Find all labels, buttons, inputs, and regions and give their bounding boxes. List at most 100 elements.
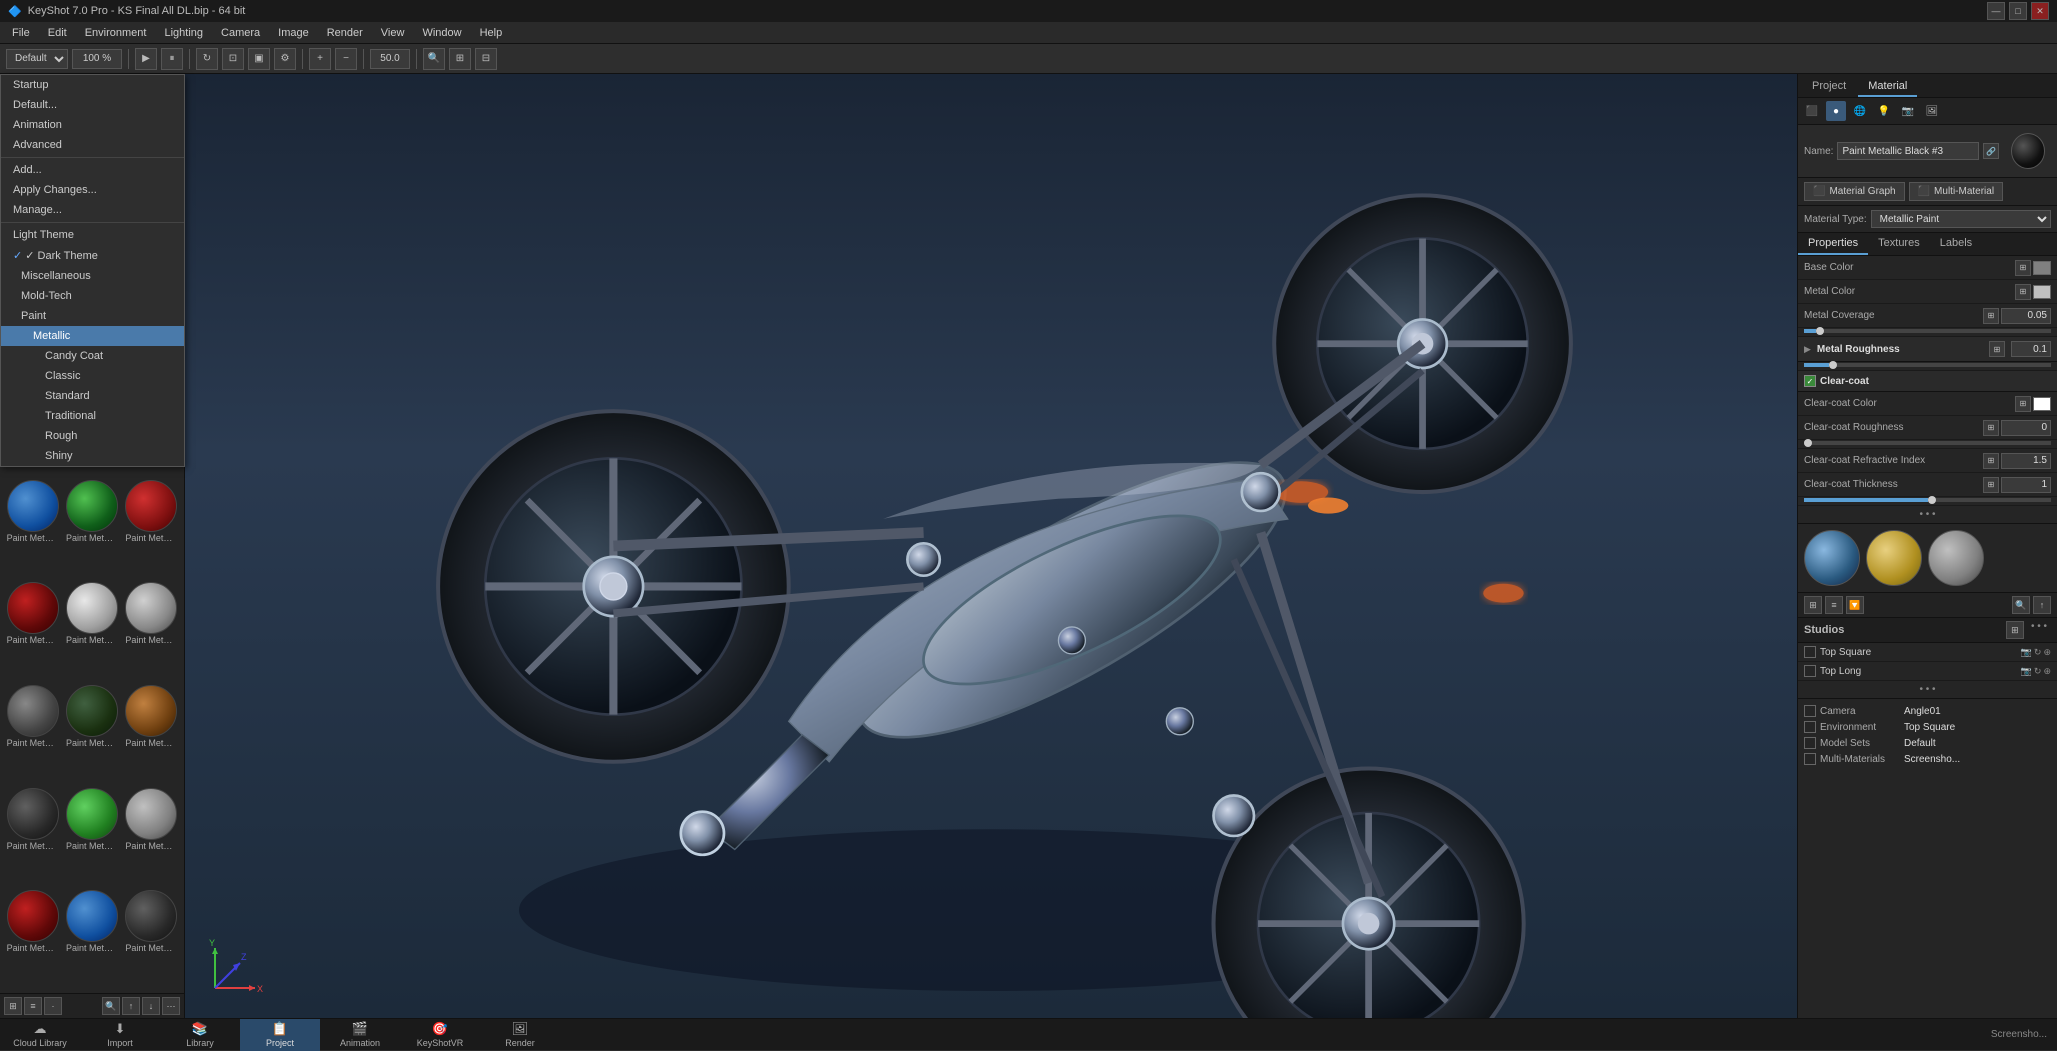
mat-item-3[interactable]: Paint Metal... [4, 478, 61, 579]
clearcoat-color-link[interactable]: ⊞ [2015, 396, 2031, 412]
preset-select[interactable]: Default [6, 49, 68, 69]
library-btn[interactable]: 📚 Library [160, 1019, 240, 1051]
menu-window[interactable]: Window [414, 25, 469, 41]
render-val-input[interactable] [370, 49, 410, 69]
material-name-input[interactable] [1837, 142, 1979, 160]
dropdown-item-8[interactable]: ✓ Dark Theme [1, 245, 184, 266]
studio-2-cam[interactable]: 📷 [2021, 666, 2032, 677]
studio-2-check[interactable] [1804, 665, 1816, 677]
menu-environment[interactable]: Environment [77, 25, 155, 41]
studios-more-options[interactable]: • • • [1915, 684, 1939, 695]
metal-roughness-value[interactable] [2011, 341, 2051, 357]
multi-material-btn[interactable]: ⬛ Multi-Material [1909, 182, 2003, 201]
preview-search-btn[interactable]: 🔍 [2012, 596, 2030, 614]
metal-roughness-link[interactable]: ⊞ [1989, 341, 2005, 357]
list-view-btn[interactable]: ≡ [24, 997, 42, 1015]
more-btn[interactable]: ⋯ [162, 997, 180, 1015]
menu-render[interactable]: Render [319, 25, 371, 41]
metal-roughness-toggle[interactable]: ▶ Metal Roughness ⊞ [1798, 337, 2057, 362]
zoom-input[interactable] [72, 49, 122, 69]
clearcoat-checkbox[interactable]: ✓ [1804, 375, 1816, 387]
material-graph-btn[interactable]: ⬛ Material Graph [1804, 182, 1905, 201]
mat-item-6[interactable]: Paint Metal... [4, 580, 61, 681]
mat-item-11[interactable]: Paint Metal... [123, 683, 180, 784]
clearcoat-thick-slider[interactable] [1804, 498, 2051, 502]
clearcoat-section[interactable]: ✓ Clear-coat [1798, 371, 2057, 392]
subtab-textures[interactable]: Textures [1868, 233, 1930, 255]
preview-sphere-3[interactable] [1928, 530, 1984, 586]
studios-expand-btn[interactable]: ⊞ [2006, 621, 2024, 639]
menu-camera[interactable]: Camera [213, 25, 268, 41]
camera-panel-icon[interactable]: 📷 [1898, 101, 1918, 121]
lighting-panel-icon[interactable]: 💡 [1874, 101, 1894, 121]
cloud-library-btn[interactable]: ☁ Cloud Library [0, 1019, 80, 1051]
model-panel-icon[interactable]: ⬛ [1802, 101, 1822, 121]
dropdown-item-16[interactable]: Traditional [1, 406, 184, 426]
studio-2-refresh[interactable]: ↻ [2034, 666, 2042, 677]
dropdown-item-14[interactable]: Classic [1, 366, 184, 386]
clearcoat-ri-value[interactable] [2001, 453, 2051, 469]
tb-btn-2[interactable]: ⊞ [449, 48, 471, 70]
preview-list-btn[interactable]: ≡ [1825, 596, 1843, 614]
studio-1-add[interactable]: ⊕ [2043, 647, 2051, 658]
metal-coverage-link[interactable]: ⊞ [1983, 308, 1999, 324]
mat-item-15[interactable]: Paint Metal... [4, 888, 61, 989]
tab-project[interactable]: Project [1802, 77, 1856, 97]
clearcoat-thick-link[interactable]: ⊞ [1983, 477, 1999, 493]
import-btn[interactable]: ⬇ Import [80, 1019, 160, 1051]
environment-check[interactable] [1804, 721, 1816, 733]
studios-more[interactable]: • • • [2027, 621, 2051, 639]
material-panel-icon[interactable]: ● [1826, 101, 1846, 121]
keyshotvr-btn[interactable]: 🎯 KeyShotVR [400, 1019, 480, 1051]
clearcoat-color-swatch[interactable] [2033, 397, 2051, 411]
mat-item-14[interactable]: Paint Metal... [123, 786, 180, 887]
tab-material[interactable]: Material [1858, 77, 1917, 97]
up-btn[interactable]: ↑ [122, 997, 140, 1015]
pause-btn[interactable]: ⏸ [161, 48, 183, 70]
project-btn[interactable]: 📋 Project [240, 1019, 320, 1051]
metal-color-link[interactable]: ⊞ [2015, 284, 2031, 300]
mat-item-4[interactable]: Paint Metal... [63, 478, 120, 579]
subtab-properties[interactable]: Properties [1798, 233, 1868, 255]
mat-item-10[interactable]: Paint Metal... [63, 683, 120, 784]
menu-help[interactable]: Help [472, 25, 511, 41]
dropdown-item-10[interactable]: Mold-Tech [1, 286, 184, 306]
studio-2-add[interactable]: ⊕ [2043, 666, 2051, 677]
clearcoat-thick-value[interactable] [2001, 477, 2051, 493]
dropdown-item-13[interactable]: Candy Coat [1, 346, 184, 366]
mat-item-7[interactable]: Paint Metal... [63, 580, 120, 681]
link-icon[interactable]: 🔗 [1983, 143, 1998, 159]
subtab-labels[interactable]: Labels [1930, 233, 1982, 255]
base-color-swatch[interactable] [2033, 261, 2051, 275]
metal-color-swatch[interactable] [2033, 285, 2051, 299]
dropdown-item-11[interactable]: Paint [1, 306, 184, 326]
dropdown-item-1[interactable]: Default... [1, 95, 184, 115]
dropdown-item-9[interactable]: Miscellaneous [1, 266, 184, 286]
menu-image[interactable]: Image [270, 25, 317, 41]
close-btn[interactable]: ✕ [2031, 2, 2049, 20]
mat-item-16[interactable]: Paint Metal... [63, 888, 120, 989]
render-bottom-btn[interactable]: 🖼 Render [480, 1019, 560, 1051]
dropdown-item-3[interactable]: Advanced [1, 135, 184, 155]
zoom-out-btn[interactable]: 🔍 [423, 48, 445, 70]
dropdown-item-6[interactable]: Manage... [1, 200, 184, 220]
multimaterials-check[interactable] [1804, 753, 1816, 765]
studio-1-cam[interactable]: 📷 [2021, 647, 2032, 658]
mat-item-17[interactable]: Paint Metal... [123, 888, 180, 989]
more-options[interactable]: • • • [1915, 509, 1939, 520]
menu-lighting[interactable]: Lighting [156, 25, 211, 41]
screenshare-btn[interactable]: Screensho... [1981, 1029, 2057, 1040]
camera-check[interactable] [1804, 705, 1816, 717]
dot-view-btn[interactable]: · [44, 997, 62, 1015]
studio-1-check[interactable] [1804, 646, 1816, 658]
studio-1-refresh[interactable]: ↻ [2034, 647, 2042, 658]
render-btn[interactable]: ▣ [248, 48, 270, 70]
preview-filter-btn[interactable]: 🔽 [1846, 596, 1864, 614]
add-btn[interactable]: + [309, 48, 331, 70]
clearcoat-roughness-link[interactable]: ⊞ [1983, 420, 1999, 436]
play-btn[interactable]: ▶ [135, 48, 157, 70]
dropdown-item-12[interactable]: Metallic [1, 326, 184, 346]
metal-coverage-value[interactable] [2001, 308, 2051, 324]
preview-sphere-2[interactable] [1866, 530, 1922, 586]
base-color-link[interactable]: ⊞ [2015, 260, 2031, 276]
